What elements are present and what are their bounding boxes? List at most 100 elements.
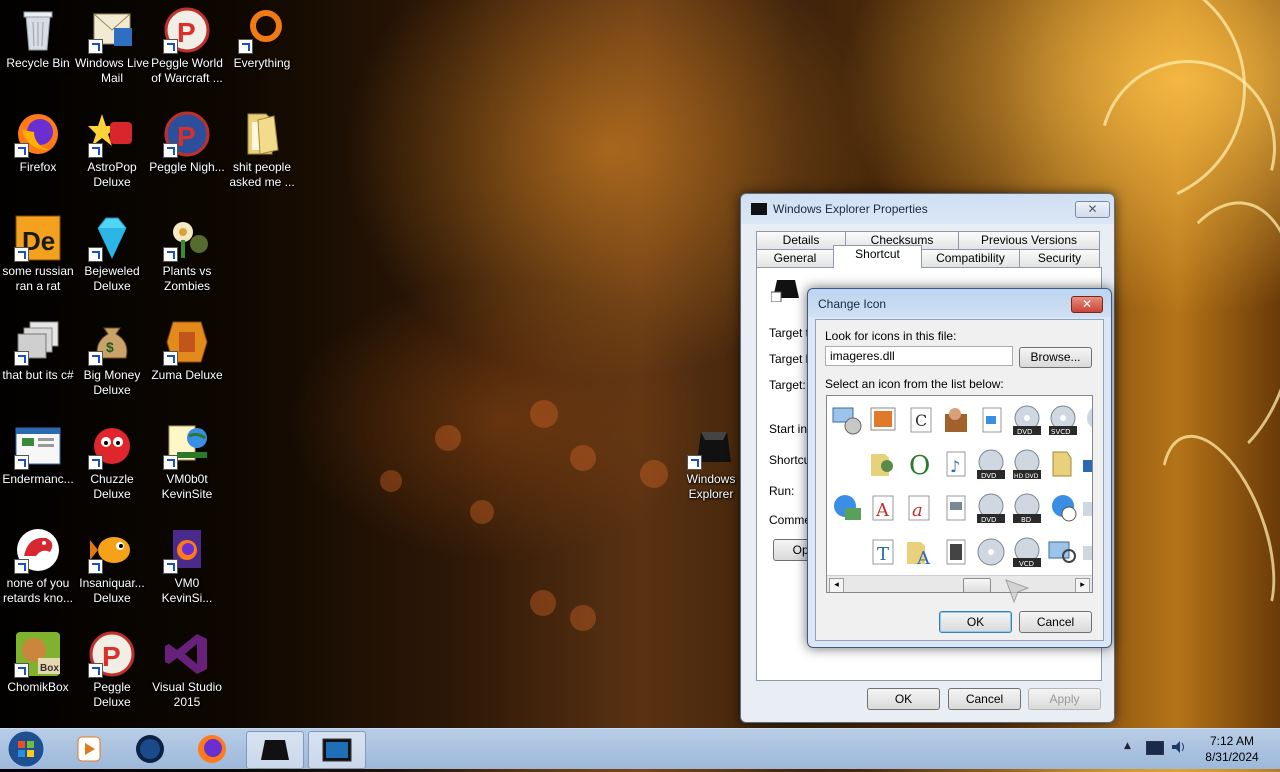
taskbar-firefox[interactable]: [184, 731, 240, 767]
shortcut-icon: [770, 278, 801, 303]
ok-button[interactable]: OK: [939, 611, 1012, 633]
mouse-cursor: [1004, 578, 1030, 604]
folder-icon: [238, 110, 286, 158]
chomikbox-icon: Box: [14, 630, 62, 678]
web-shortcut-icon: [163, 422, 211, 470]
desktop-icon-peggle-wow[interactable]: P Peggle World of Warcraft ...: [149, 0, 225, 100]
desktop-icon-none-of-you[interactable]: none of you retards kno...: [0, 520, 76, 620]
properties-titlebar[interactable]: Windows Explorer Properties: [741, 194, 1114, 224]
zuma-icon: [163, 318, 211, 366]
close-button[interactable]: ✕: [1071, 296, 1103, 313]
firefox-doc-icon: [163, 526, 211, 574]
shortcut-arrow-icon: [163, 455, 178, 470]
start-button[interactable]: [4, 729, 48, 769]
desktop-icon-peggle-nights[interactable]: P Peggle Nigh...: [149, 104, 225, 204]
search-computer-icon[interactable]: [1047, 536, 1079, 568]
clock[interactable]: 7:12 AM 8/31/2024: [1196, 733, 1268, 765]
desktop-icon-zuma[interactable]: Zuma Deluxe: [149, 312, 225, 412]
vcd-disc-icon[interactable]: VCD: [1011, 536, 1043, 568]
document-icon[interactable]: [939, 492, 971, 524]
globe-clock-icon[interactable]: [1047, 492, 1079, 524]
taskbar-windows-explorer[interactable]: [246, 731, 304, 769]
partial-icon[interactable]: [1083, 536, 1092, 568]
font-a-italic-icon[interactable]: a: [903, 492, 935, 524]
font-a-icon[interactable]: A: [867, 492, 899, 524]
cancel-button[interactable]: Cancel: [1019, 611, 1092, 633]
desktop-icon-firefox[interactable]: Firefox: [0, 104, 76, 204]
desktop-icon-windows-explorer[interactable]: Windows Explorer: [673, 416, 749, 516]
font-t-icon[interactable]: T: [867, 536, 899, 568]
desktop-icon-vm0-kevinsite[interactable]: VM0 KevinSi...: [149, 520, 225, 620]
scroll-left-icon[interactable]: ◂: [829, 578, 844, 592]
browse-button[interactable]: Browse...: [1019, 347, 1092, 368]
desktop-icon-vm0b0t[interactable]: VM0b0t KevinSite: [149, 416, 225, 516]
taskbar-media-player[interactable]: [60, 731, 116, 767]
desktop-icon-visual-studio[interactable]: Visual Studio 2015: [149, 624, 225, 724]
desktop-icon-insaniquarium[interactable]: Insaniquar... Deluxe: [74, 520, 150, 620]
change-icon-titlebar[interactable]: Change Icon: [808, 289, 1111, 319]
wallpaper-bokeh: [380, 470, 402, 492]
briefcase-user-icon[interactable]: [939, 404, 971, 436]
font-icon[interactable]: C: [903, 404, 935, 436]
wallpaper-bokeh: [570, 445, 596, 471]
partial-icon[interactable]: [1083, 448, 1092, 480]
film-document-icon[interactable]: [939, 536, 971, 568]
partial-icon[interactable]: [1083, 404, 1092, 436]
music-note-icon[interactable]: O: [903, 448, 935, 481]
change-icon-dialog[interactable]: Change Icon ✕ Look for icons in this fil…: [807, 288, 1112, 648]
svg-text:C: C: [915, 411, 927, 430]
desktop-icon-label: Peggle Deluxe: [93, 680, 131, 709]
user-folder-icon[interactable]: [867, 448, 899, 480]
picture-icon[interactable]: [867, 404, 899, 436]
desktop-icon-folder[interactable]: shit people asked me ...: [224, 104, 300, 204]
computer-settings-icon[interactable]: [831, 404, 863, 436]
close-button[interactable]: ✕: [1075, 201, 1110, 218]
horizontal-scrollbar[interactable]: ◂ ▸: [827, 575, 1092, 592]
tab-general[interactable]: General: [756, 249, 834, 267]
document-media-icon[interactable]: [975, 404, 1007, 436]
cd-disc-icon[interactable]: [975, 536, 1007, 568]
music-note-icon[interactable]: ♪: [939, 448, 971, 480]
dvd-disc-icon[interactable]: DVD: [1011, 404, 1043, 436]
svcd-disc-icon[interactable]: SVCD: [1047, 404, 1079, 436]
partial-icon[interactable]: [1083, 492, 1092, 524]
network-globe-icon[interactable]: [831, 492, 863, 524]
desktop-icon-some-russian[interactable]: De some russian ran a rat: [0, 208, 76, 308]
tab-shortcut[interactable]: Shortcut: [833, 245, 922, 268]
dvd-disc-icon[interactable]: DVD: [975, 448, 1007, 480]
peggle-icon: P: [88, 630, 136, 678]
taskbar-globe[interactable]: [122, 731, 178, 767]
scrollbar-thumb[interactable]: [963, 578, 991, 592]
show-hidden-icons-icon[interactable]: ▲: [1124, 741, 1131, 751]
tab-compatibility[interactable]: Compatibility: [921, 249, 1020, 267]
desktop-icon-plants-vs-zombies[interactable]: Plants vs Zombies: [149, 208, 225, 308]
desktop-icon-astropop[interactable]: AstroPop Deluxe: [74, 104, 150, 204]
file-path-input[interactable]: [825, 346, 1013, 366]
folder-icon[interactable]: [1047, 448, 1079, 480]
cancel-button[interactable]: Cancel: [948, 688, 1021, 710]
apply-button[interactable]: Apply: [1028, 688, 1101, 710]
scroll-right-icon[interactable]: ▸: [1075, 578, 1090, 592]
taskbar-window-app[interactable]: [308, 731, 366, 769]
desktop-icon-everything[interactable]: Everything: [224, 0, 300, 100]
tab-security[interactable]: Security: [1019, 249, 1100, 267]
dvd-disc-icon[interactable]: DVD: [975, 492, 1007, 524]
desktop-icon-chuzzle[interactable]: Chuzzle Deluxe: [74, 416, 150, 516]
ok-button[interactable]: OK: [867, 688, 940, 710]
tab-previous-versions[interactable]: Previous Versions: [958, 231, 1100, 249]
folder-font-icon[interactable]: A: [903, 536, 935, 569]
shortcut-arrow-icon: [88, 351, 103, 366]
hd-dvd-disc-icon[interactable]: HD DVD: [1011, 448, 1043, 480]
desktop-icon-that-but-its-csharp[interactable]: that but its c#: [0, 312, 76, 412]
desktop-icon-windows-live-mail[interactable]: Windows Live Mail: [74, 0, 150, 100]
desktop-icon-recycle-bin[interactable]: Recycle Bin: [0, 0, 76, 100]
desktop-icon-big-money[interactable]: $ Big Money Deluxe: [74, 312, 150, 412]
volume-icon[interactable]: [1170, 739, 1186, 755]
desktop-icon-endermanc[interactable]: Endermanc...: [0, 416, 76, 516]
desktop-icon-chomikbox[interactable]: Box ChomikBox: [0, 624, 76, 724]
desktop-icon-bejeweled[interactable]: Bejeweled Deluxe: [74, 208, 150, 308]
desktop-icon-peggle-deluxe[interactable]: P Peggle Deluxe: [74, 624, 150, 724]
bd-disc-icon[interactable]: BD: [1011, 492, 1043, 524]
network-icon[interactable]: [1146, 741, 1164, 755]
icon-list[interactable]: C DVD SVCD O ♪ DVD HD DVD A a DVD BD T A…: [826, 395, 1093, 593]
